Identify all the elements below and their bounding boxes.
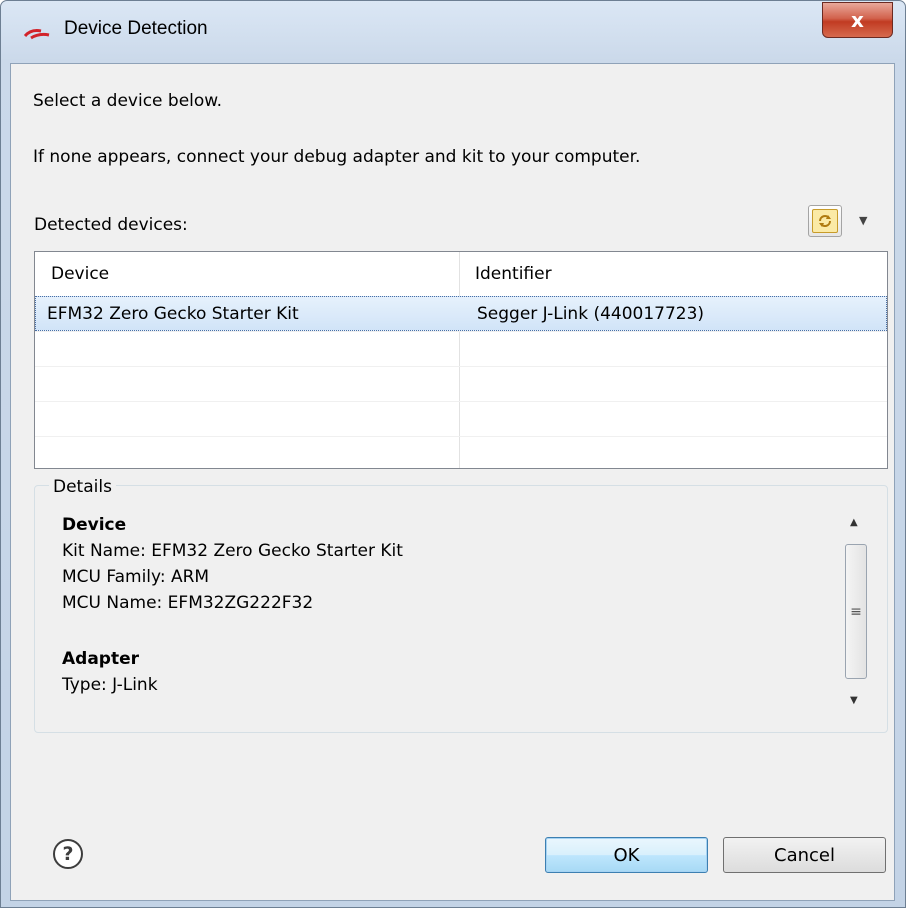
title-bar[interactable]: Device Detection x bbox=[1, 1, 905, 63]
empty-row bbox=[35, 401, 887, 436]
table-row[interactable]: EFM32 Zero Gecko Starter Kit Segger J-Li… bbox=[35, 296, 887, 331]
adapter-heading: Adapter bbox=[62, 649, 140, 669]
silicon-labs-logo-icon bbox=[23, 29, 50, 40]
refresh-button[interactable] bbox=[808, 205, 842, 237]
dialog-body bbox=[10, 63, 895, 901]
details-content: Device Kit Name: EFM32 Zero Gecko Starte… bbox=[47, 501, 865, 717]
device-detection-dialog: Device Detection x Select a device below… bbox=[0, 0, 906, 908]
adapter-type-text: Type: J-Link bbox=[62, 675, 158, 695]
scrollbar-thumb[interactable]: ≡ bbox=[845, 544, 867, 679]
instruction-text: Select a device below. bbox=[33, 91, 223, 111]
window-title: Device Detection bbox=[64, 18, 208, 39]
empty-row bbox=[35, 436, 887, 468]
empty-row bbox=[35, 331, 887, 366]
mcu-name-text: MCU Name: EFM32ZG222F32 bbox=[62, 593, 314, 613]
details-scrollbar[interactable]: ▲ ≡ ▼ bbox=[840, 509, 870, 719]
help-icon[interactable]: ? bbox=[53, 839, 83, 869]
refresh-icon bbox=[812, 209, 838, 233]
scroll-up-icon[interactable]: ▲ bbox=[850, 517, 858, 528]
column-header-device[interactable]: Device bbox=[35, 252, 459, 296]
connect-hint-text: If none appears, connect your debug adap… bbox=[33, 147, 641, 167]
close-icon: x bbox=[851, 8, 864, 32]
detected-devices-table[interactable]: Device Identifier EFM32 Zero Gecko Start… bbox=[34, 251, 888, 469]
cell-device: EFM32 Zero Gecko Starter Kit bbox=[47, 303, 299, 324]
cancel-button[interactable]: Cancel bbox=[723, 837, 886, 873]
scroll-down-icon[interactable]: ▼ bbox=[850, 695, 858, 706]
cell-identifier: Segger J-Link (440017723) bbox=[477, 303, 705, 324]
detected-devices-label: Detected devices: bbox=[34, 215, 188, 235]
column-header-identifier[interactable]: Identifier bbox=[459, 252, 887, 296]
mcu-family-text: MCU Family: ARM bbox=[62, 567, 210, 587]
device-heading: Device bbox=[62, 515, 127, 535]
details-legend: Details bbox=[49, 477, 116, 497]
refresh-dropdown-icon[interactable]: ▼ bbox=[859, 214, 867, 227]
kit-name-text: Kit Name: EFM32 Zero Gecko Starter Kit bbox=[62, 541, 403, 561]
ok-button[interactable]: OK bbox=[545, 837, 708, 873]
close-button[interactable]: x bbox=[822, 2, 893, 38]
empty-row bbox=[35, 366, 887, 401]
